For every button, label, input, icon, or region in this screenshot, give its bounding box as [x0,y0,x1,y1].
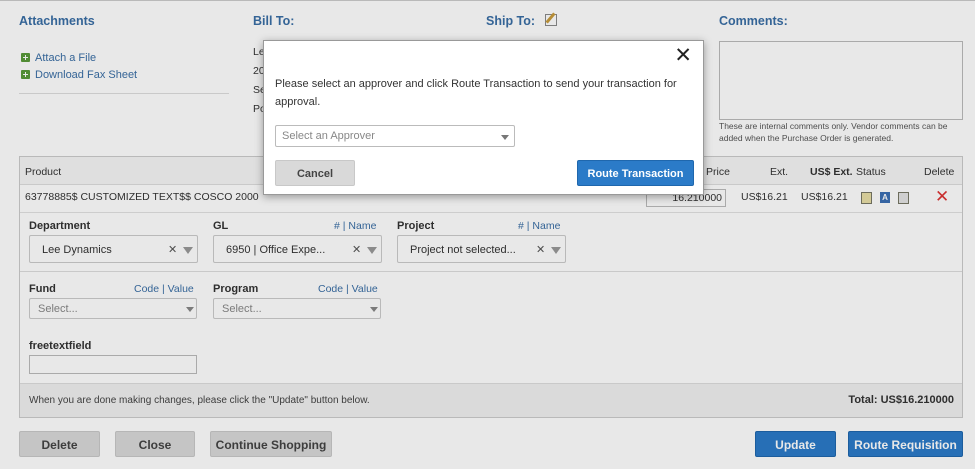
route-approver-dialog: ✕ Please select an approver and click Ro… [263,40,704,195]
cancel-button[interactable]: Cancel [275,160,355,186]
close-icon[interactable]: ✕ [674,45,692,66]
route-transaction-button[interactable]: Route Transaction [577,160,694,186]
approver-select[interactable]: Select an Approver [275,125,515,147]
chevron-down-icon [501,135,509,140]
dialog-message: Please select an approver and click Rout… [275,78,677,108]
